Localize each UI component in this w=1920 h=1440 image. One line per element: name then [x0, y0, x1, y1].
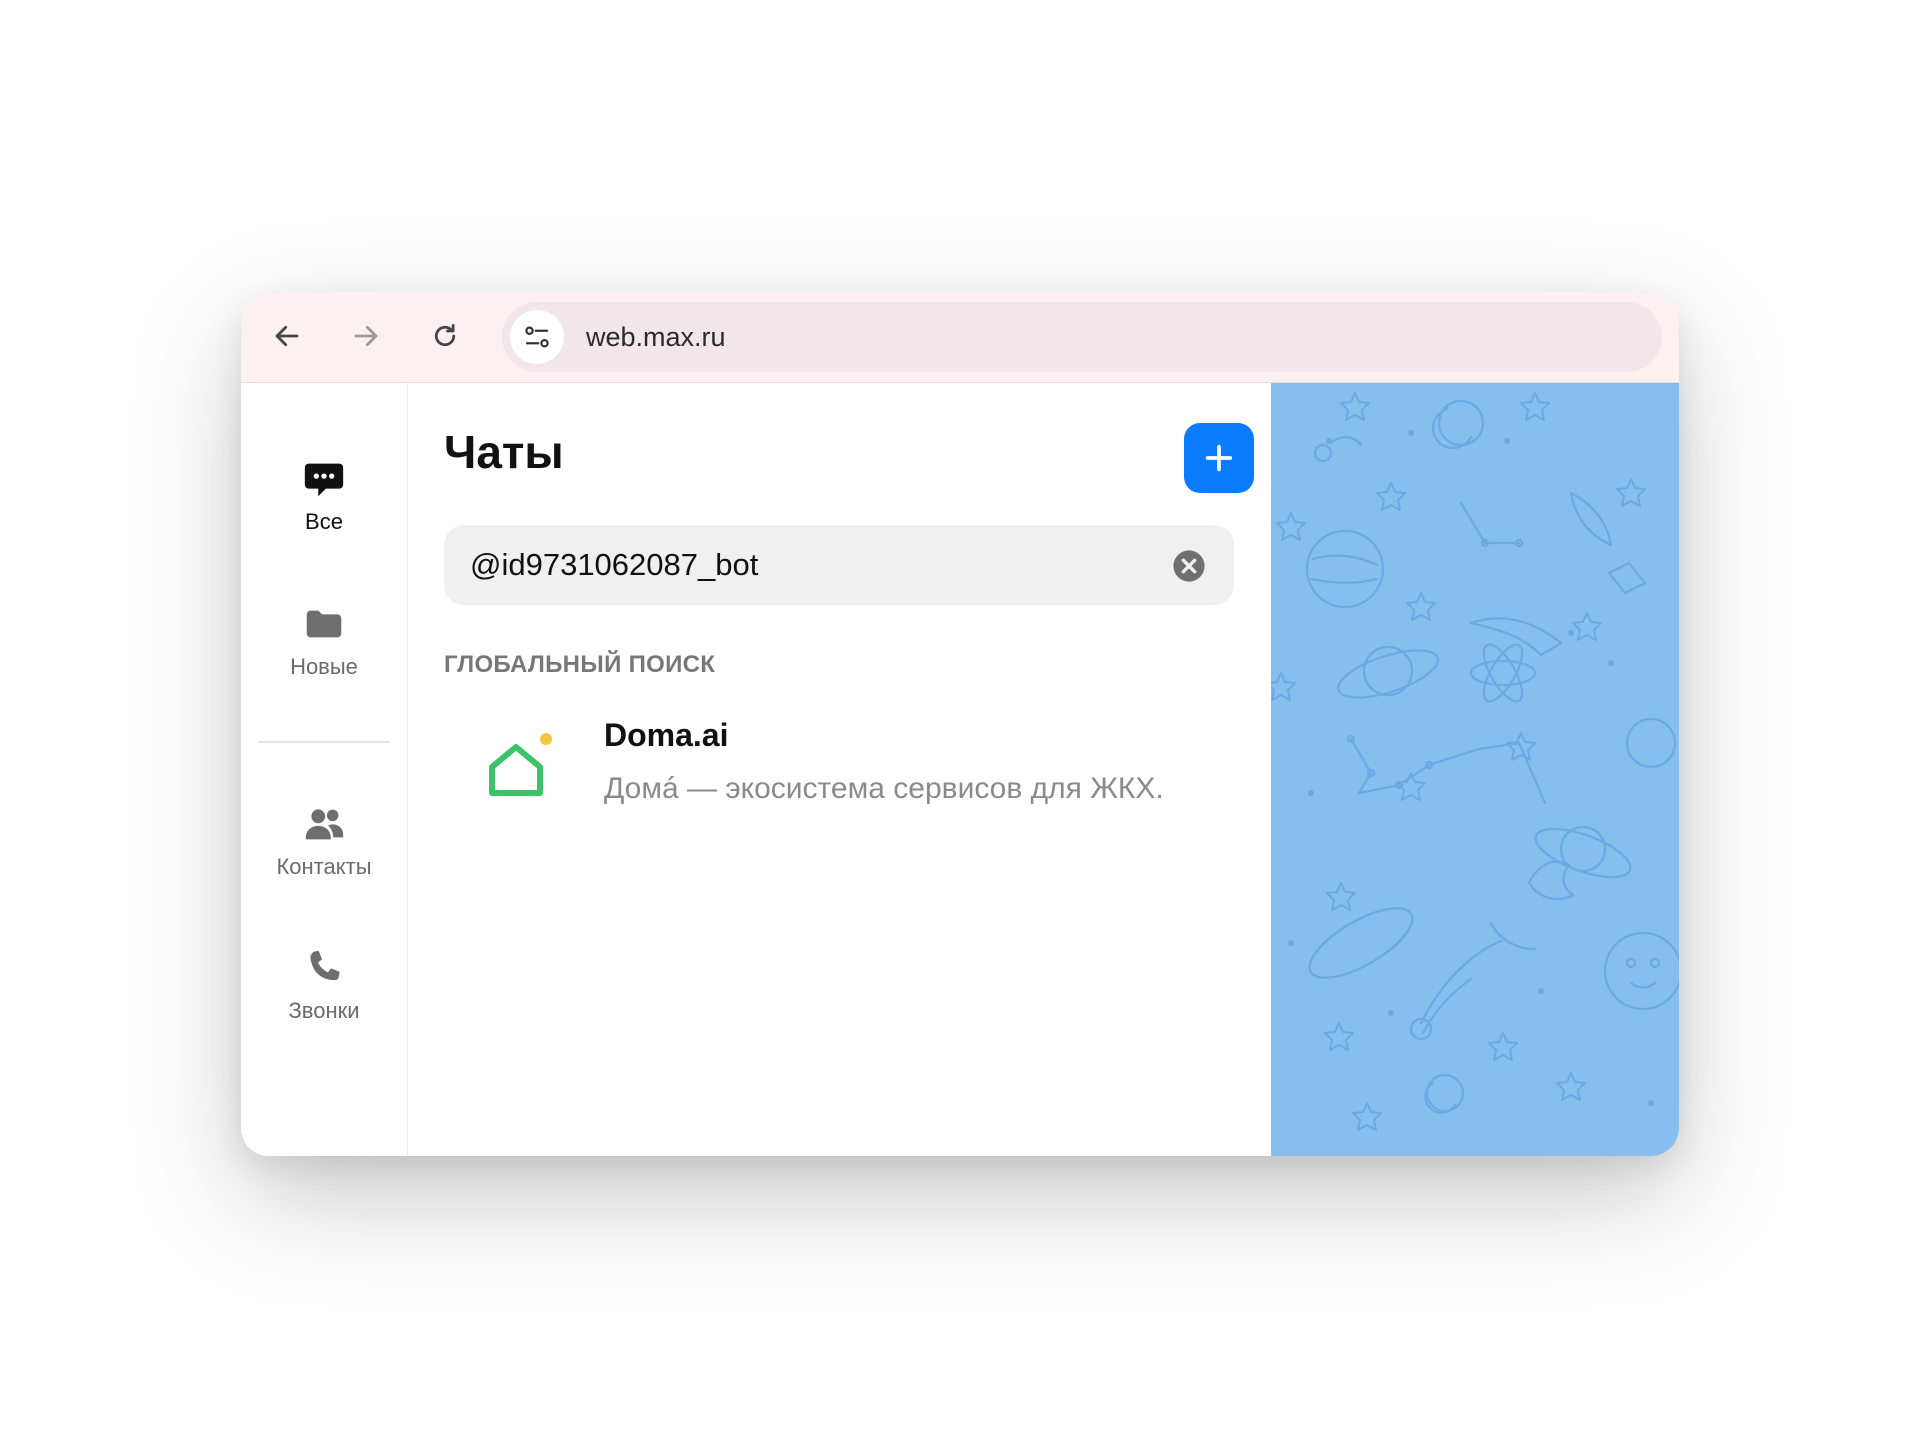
people-icon [300, 800, 348, 848]
result-name: Doma.ai [604, 717, 729, 753]
sidebar-divider [258, 741, 390, 743]
browser-window: web.max.ru Все Новые Контакты Звонки Чат… [241, 292, 1679, 1156]
reload-icon [434, 324, 456, 347]
back-button[interactable] [263, 312, 311, 360]
result-description: Домá — экосистема сервисов для ЖКХ. [604, 772, 1164, 805]
chats-panel: Чаты ГЛОБАЛЬНЫЙ ПОИСК Doma.ai [408, 383, 1270, 1156]
sidebar-item-all[interactable]: Все [241, 455, 407, 555]
reload-button[interactable] [421, 312, 469, 360]
plus-icon [1205, 444, 1233, 472]
sidebar-item-label: Контакты [276, 854, 372, 879]
search-result-item[interactable]: Doma.ai Домá — экосистема сервисов для Ж… [444, 701, 1234, 841]
phone-icon [300, 944, 348, 992]
sidebar-item-label: Все [305, 509, 343, 534]
house-icon [489, 733, 552, 796]
sidebar-item-new[interactable]: Новые [241, 600, 407, 700]
sidebar: Все Новые Контакты Звонки [241, 383, 408, 1156]
sidebar-item-calls[interactable]: Звонки [241, 944, 407, 1044]
arrow-right-icon [354, 325, 378, 347]
page-title: Чаты [444, 426, 564, 478]
messenger-app: Все Новые Контакты Звонки Чаты @id973106… [241, 383, 1679, 1156]
tune-icon [525, 326, 549, 348]
space-pattern [1266, 392, 1679, 1131]
site-info-button[interactable] [510, 310, 564, 364]
chat-bubble-icon [300, 455, 348, 503]
sidebar-item-contacts[interactable]: Контакты [241, 800, 407, 900]
new-chat-button[interactable] [1184, 423, 1254, 493]
browser-toolbar: web.max.ru [241, 292, 1679, 383]
sidebar-item-label: Новые [290, 654, 358, 679]
arrow-left-icon [275, 325, 299, 347]
forward-button[interactable] [342, 312, 390, 360]
search-box [444, 525, 1234, 605]
search-input[interactable] [470, 525, 1160, 605]
global-search-heading: ГЛОБАЛЬНЫЙ ПОИСК [444, 651, 716, 678]
close-circle-icon[interactable] [1172, 549, 1206, 583]
chat-wallpaper [1266, 383, 1679, 1156]
folder-icon [300, 600, 348, 648]
url-text[interactable]: web.max.ru [586, 322, 726, 352]
address-bar[interactable]: web.max.ru [502, 302, 1662, 372]
sidebar-item-label: Звонки [288, 998, 360, 1023]
